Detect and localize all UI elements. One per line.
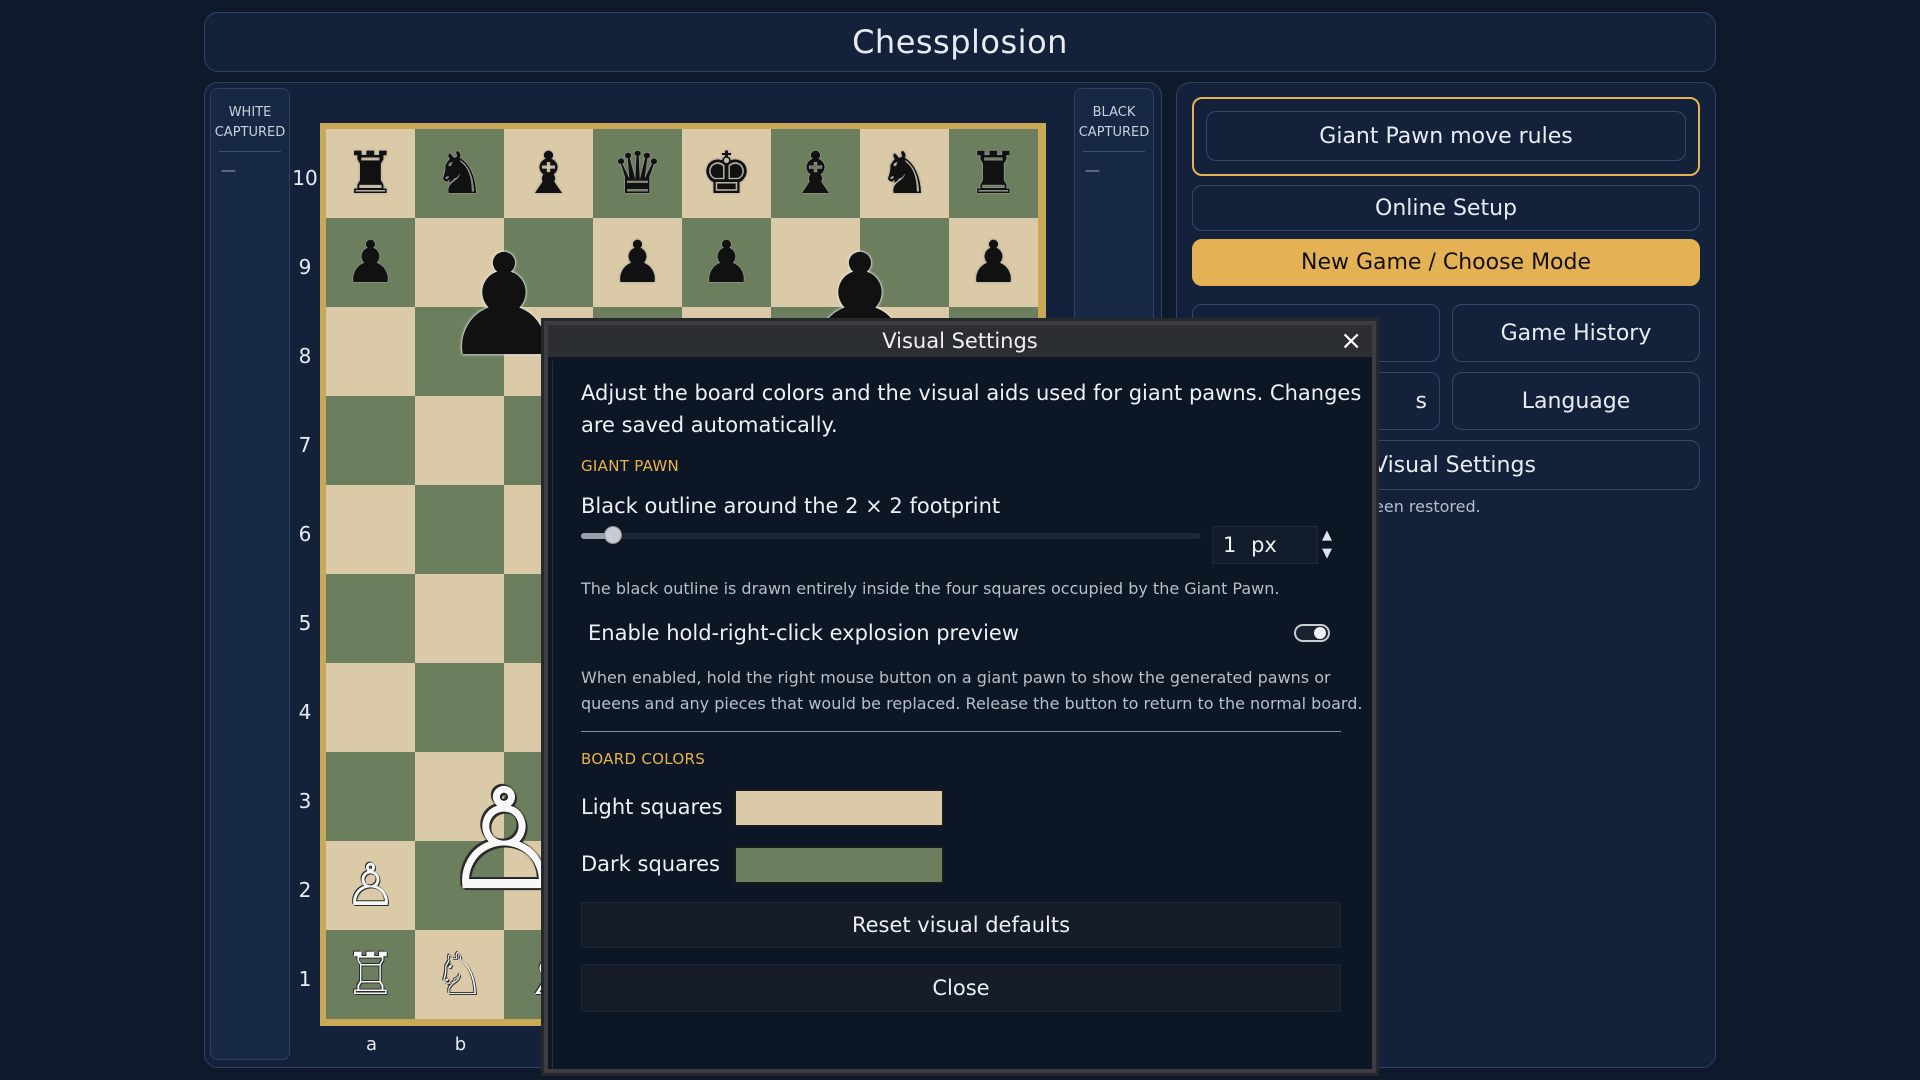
white-knight[interactable]: ♘ (415, 930, 504, 1019)
black-captured-title: BLACK CAPTURED (1078, 105, 1150, 140)
outline-slider[interactable] (581, 533, 1201, 539)
dialog-title: Visual Settings (882, 329, 1038, 353)
board-square[interactable] (415, 396, 504, 485)
black-rook[interactable]: ♜ (949, 129, 1038, 218)
board-square[interactable] (326, 663, 415, 752)
dialog-header: Visual Settings × (548, 325, 1372, 357)
black-pawn[interactable]: ♟ (326, 218, 415, 307)
preview-toggle-label: Enable hold-right-click explosion previe… (588, 621, 1020, 645)
outline-width-input[interactable]: 1 px (1212, 526, 1318, 564)
black-knight[interactable]: ♞ (860, 129, 949, 218)
white-captured-list: — (221, 161, 236, 179)
section-divider (581, 731, 1341, 732)
slider-handle[interactable] (604, 526, 622, 544)
black-queen[interactable]: ♛ (593, 129, 682, 218)
white-pawn[interactable]: ♙ (326, 841, 415, 930)
file-label: a (365, 1034, 378, 1055)
light-squares-color-picker[interactable] (734, 789, 944, 827)
rank-label: 2 (298, 878, 312, 902)
dark-squares-label: Dark squares (581, 852, 720, 876)
intro-text: are saved automatically. (581, 413, 838, 437)
new-game-button[interactable]: New Game / Choose Mode (1192, 239, 1700, 286)
black-pawn[interactable]: ♟ (949, 218, 1038, 307)
rank-label: 3 (298, 789, 312, 813)
black-captured-list: — (1085, 161, 1100, 179)
preview-toggle[interactable] (1294, 624, 1330, 642)
outline-help-text: The black outline is drawn entirely insi… (581, 579, 1280, 598)
chevron-down-icon[interactable]: ▼ (1322, 546, 1332, 561)
board-square[interactable] (415, 663, 504, 752)
giant-pawn-rules-button[interactable]: Giant Pawn move rules (1206, 111, 1686, 161)
title-bar: Chessplosion (204, 12, 1716, 72)
board-square[interactable] (326, 752, 415, 841)
divider (1083, 151, 1145, 152)
section-board-colors: BOARD COLORS (581, 750, 706, 768)
dark-squares-color-picker[interactable] (734, 846, 944, 884)
language-button[interactable]: Language (1452, 372, 1700, 430)
status-text: een restored. (1374, 497, 1481, 516)
file-label: b (454, 1034, 467, 1055)
board-square[interactable] (415, 485, 504, 574)
rank-label: 1 (298, 967, 312, 991)
reset-defaults-button[interactable]: Reset visual defaults (581, 902, 1341, 948)
black-knight[interactable]: ♞ (415, 129, 504, 218)
board-square[interactable] (326, 396, 415, 485)
outline-unit: px (1251, 533, 1277, 557)
app-title: Chessplosion (852, 23, 1068, 61)
game-history-button[interactable]: Game History (1452, 304, 1700, 362)
intro-text: Adjust the board colors and the visual a… (581, 381, 1362, 405)
online-setup-button[interactable]: Online Setup (1192, 185, 1700, 231)
black-king[interactable]: ♚ (682, 129, 771, 218)
section-giant-pawn: GIANT PAWN (581, 457, 680, 475)
rank-label: 10 (292, 166, 318, 190)
board-square[interactable] (326, 485, 415, 574)
rank-label: 8 (298, 344, 312, 368)
rank-label: 5 (298, 611, 312, 635)
rank-label: 4 (298, 700, 312, 724)
close-button[interactable]: Close (581, 964, 1341, 1012)
board-square[interactable] (326, 574, 415, 663)
black-pawn[interactable]: ♟ (682, 218, 771, 307)
board-square[interactable] (415, 574, 504, 663)
outline-value: 1 (1223, 533, 1237, 557)
white-captured-title: WHITE CAPTURED (214, 105, 286, 140)
black-pawn[interactable]: ♟ (593, 218, 682, 307)
toggle-knob (1314, 627, 1326, 639)
preview-help-text: queens and any pieces that would be repl… (581, 694, 1363, 713)
rank-label: 6 (298, 522, 312, 546)
board-square[interactable] (326, 307, 415, 396)
white-rook[interactable]: ♖ (326, 930, 415, 1019)
divider (219, 151, 281, 152)
preview-help-text: When enabled, hold the right mouse butto… (581, 668, 1331, 687)
chevron-up-icon[interactable]: ▲ (1322, 528, 1332, 543)
black-rook[interactable]: ♜ (326, 129, 415, 218)
rank-label: 9 (298, 255, 312, 279)
black-bishop[interactable]: ♝ (504, 129, 593, 218)
outline-label: Black outline around the 2 × 2 footprint (581, 494, 1001, 518)
black-bishop[interactable]: ♝ (771, 129, 860, 218)
rank-label: 7 (298, 433, 312, 457)
white-captured-panel: WHITE CAPTURED — (210, 88, 290, 1060)
close-icon[interactable]: × (1340, 326, 1362, 356)
light-squares-label: Light squares (581, 795, 723, 819)
